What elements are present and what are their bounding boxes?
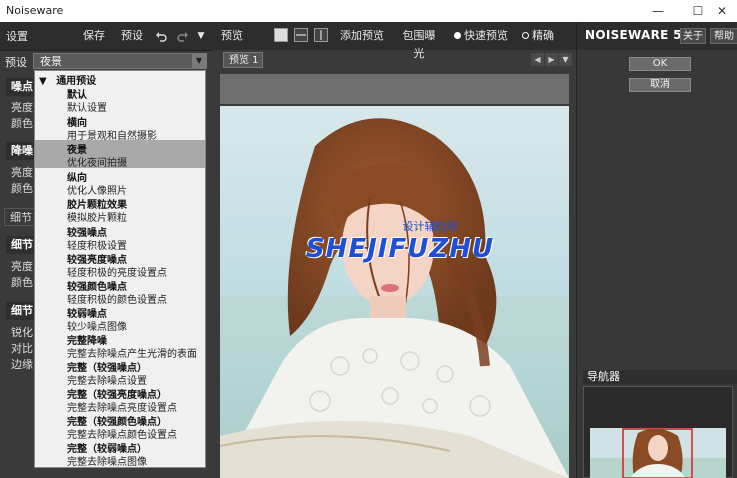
preset-item-film-grain[interactable]: 胶片颗粒效果 模拟胶片颗粒: [35, 195, 205, 224]
color-label-3: 颜色: [11, 276, 33, 289]
navigator-header: 导航器: [583, 370, 737, 384]
accurate-radio[interactable]: 精确: [522, 27, 554, 45]
preset-item-default[interactable]: 默认 默认设置: [35, 85, 205, 114]
preset-item-weak-noise[interactable]: 较弱噪点 较少噪点图像: [35, 304, 205, 333]
ok-button[interactable]: OK: [629, 57, 691, 71]
color-label: 颜色: [11, 117, 33, 130]
next-tab-icon[interactable]: ▶: [545, 53, 558, 66]
add-preview-button[interactable]: 添加预览: [339, 27, 385, 45]
fast-preview-radio[interactable]: 快速预览: [454, 27, 508, 45]
settings-label: 设置: [6, 30, 28, 43]
navigator-thumbnail[interactable]: [590, 428, 726, 478]
radio-unselected-icon: [522, 32, 529, 39]
split-horizontal-icon[interactable]: [294, 28, 308, 42]
brand-logo: NOISEWARE 5: [585, 28, 682, 42]
about-button[interactable]: 关于: [680, 28, 706, 44]
watermark: 设计辅助网 SHEJIFUZHU: [280, 218, 520, 264]
preset-select[interactable]: 夜景 ▼: [33, 53, 207, 69]
preset-item-portrait[interactable]: 纵向 优化人像照片: [35, 168, 205, 197]
preset-item-full-strong[interactable]: 完整（较强噪点） 完整去除噪点设置: [35, 358, 205, 387]
watermark-sub: 设计辅助网: [402, 220, 458, 233]
brightness-label-3: 亮度: [11, 260, 33, 273]
sharpen-label: 锐化: [11, 326, 33, 339]
preview-label: 预览: [221, 29, 243, 42]
preset-item-desc: 完整去除噪点图像: [67, 457, 147, 468]
preset-row: 预设 夜景 ▼: [0, 51, 213, 71]
preset-item-desc: 模拟胶片颗粒: [67, 213, 127, 224]
window-title: Noiseware: [6, 4, 64, 17]
minimize-icon[interactable]: —: [643, 2, 673, 20]
navigator[interactable]: [583, 386, 733, 478]
preset-item-full-strong-color[interactable]: 完整（较强颜色噪点） 完整去除噪点颜色设置点: [35, 412, 205, 441]
preset-dropdown-list[interactable]: ▼ 通用预设 默认 默认设置 横向 用于景观和自然摄影 夜景 优化夜间拍摄 纵向 优化人…: [34, 70, 206, 468]
brand-bar: NOISEWARE 5 关于 帮助: [577, 22, 737, 50]
close-icon[interactable]: ✕: [707, 2, 737, 20]
preview-tab-row: 预览 1 ◀ ▶ ▼: [213, 51, 576, 69]
split-vertical-icon[interactable]: [314, 28, 328, 42]
dropdown-arrow-icon[interactable]: ▼: [194, 27, 208, 45]
contrast-label: 对比: [11, 342, 33, 355]
preset-item-desc: 优化夜间拍摄: [67, 158, 127, 169]
tab-menu-icon[interactable]: ▼: [559, 53, 572, 66]
cancel-button[interactable]: 取消: [629, 78, 691, 92]
fast-preview-label: 快速预览: [464, 29, 508, 42]
brightness-label-2: 亮度: [11, 166, 33, 179]
edge-label: 边缘: [11, 358, 33, 371]
preset-item-full-weak[interactable]: 完整（较弱噪点） 完整去除噪点图像: [35, 439, 205, 468]
redo-icon[interactable]: [174, 27, 192, 45]
preset-item-full[interactable]: 完整降噪 完整去除噪点产生光滑的表面: [35, 331, 205, 360]
preset-selected-value: 夜景: [40, 55, 62, 68]
preset-item-strong-color[interactable]: 较强颜色噪点 轻度积极的颜色设置点: [35, 277, 205, 306]
clip-exposure-button[interactable]: 包围曝光: [398, 27, 440, 60]
preset-item-strong-noise[interactable]: 较强噪点 轻度积极设置: [35, 223, 205, 252]
save-button[interactable]: 保存: [80, 27, 108, 45]
undo-icon[interactable]: [152, 27, 170, 45]
preset-button[interactable]: 预设: [118, 27, 146, 45]
preset-item-landscape[interactable]: 横向 用于景观和自然摄影: [35, 113, 205, 142]
preview-toolbar: 预览 添加预览 包围曝光 快速预览 精确: [213, 22, 576, 60]
accurate-label: 精确: [532, 29, 554, 42]
prev-tab-icon[interactable]: ◀: [531, 53, 544, 66]
control-panel: NOISEWARE 5 关于 帮助 OK 取消 导航器: [576, 22, 737, 478]
preset-item-full-strong-luma[interactable]: 完整（较强亮度噪点） 完整去除噪点亮度设置点: [35, 385, 205, 414]
tab-preview-1[interactable]: 预览 1: [223, 52, 263, 68]
color-label-2: 颜色: [11, 182, 33, 195]
preview-image[interactable]: 设计辅助网 SHEJIFUZHU: [220, 106, 569, 478]
title-bar: Noiseware — ☐ ✕: [0, 0, 737, 22]
settings-toolbar: 设置 保存 预设 ▼: [0, 22, 213, 51]
preview-panel: 预览 添加预览 包围曝光 快速预览 精确 预览 1 ◀ ▶ ▼ 设计辅助网 SH…: [213, 22, 576, 478]
preview-header-strip: [220, 74, 569, 104]
preset-row-label: 预设: [5, 56, 27, 69]
single-view-icon[interactable]: [274, 28, 288, 42]
preset-item-night[interactable]: 夜景 优化夜间拍摄: [35, 140, 205, 169]
chevron-down-icon[interactable]: ▼: [192, 54, 206, 68]
portrait-photo: [220, 106, 569, 478]
brightness-label: 亮度: [11, 101, 33, 114]
help-button[interactable]: 帮助: [710, 28, 737, 44]
preset-item-strong-luma[interactable]: 较强亮度噪点 轻度积极的亮度设置点: [35, 250, 205, 279]
watermark-main: SHEJIFUZHU: [305, 234, 495, 264]
preset-item-desc: 默认设置: [67, 103, 107, 114]
radio-selected-icon: [454, 32, 461, 39]
